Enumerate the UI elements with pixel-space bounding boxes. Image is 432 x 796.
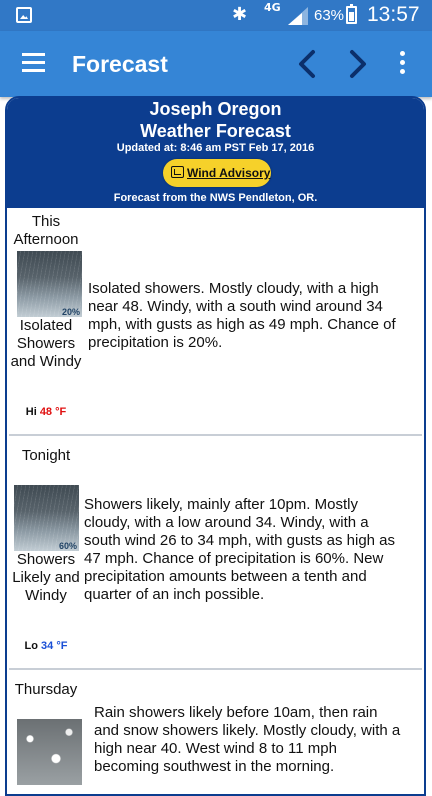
weather-icon: 20%: [17, 251, 82, 317]
updated-timestamp: Updated at: 8:46 am PST Feb 17, 2016: [116, 142, 315, 154]
forecast-source: Forecast from the NWS Pendleton, OR.: [113, 192, 318, 204]
more-vert-icon[interactable]: [397, 51, 407, 77]
signal-icon: [288, 7, 308, 25]
status-bar: ✱ 4G 63% 13:57: [0, 0, 432, 31]
warning-icon: [171, 166, 184, 178]
clock: 13:57: [367, 3, 420, 26]
weather-icon: 60%: [14, 485, 79, 551]
forecast-period: Thursday Rain showers likely before 10am…: [7, 678, 424, 794]
period-summary: Showers Likely and Windy: [12, 551, 80, 604]
period-name: Tonight: [21, 447, 71, 464]
forecast-header: Joseph Oregon Weather Forecast Updated a…: [7, 98, 424, 208]
network-type: 4G: [264, 1, 281, 14]
period-detail: Isolated showers. Mostly cloudy, with a …: [88, 280, 396, 351]
forecast-card: Joseph Oregon Weather Forecast Updated a…: [5, 96, 426, 796]
weather-icon: [17, 719, 82, 785]
battery-percent: 63%: [314, 7, 345, 24]
period-detail: Showers likely, mainly after 10pm. Mostl…: [84, 496, 396, 603]
period-temp: Lo 34 °F: [9, 640, 83, 652]
location-name: Joseph Oregon: [149, 99, 282, 119]
page-title: Forecast: [72, 51, 168, 77]
temp-value: 34 °F: [41, 640, 68, 652]
chevron-right-icon[interactable]: [342, 48, 372, 80]
temp-label: Hi: [25, 406, 37, 418]
forecast-period: Tonight 60% Showers Likely and Windy Lo …: [7, 444, 424, 668]
precip-chance: 20%: [61, 307, 80, 317]
wind-advisory-label: Wind Advisory: [187, 166, 271, 180]
period-summary: Isolated Showers and Windy: [10, 317, 82, 370]
period-temp: Hi 48 °F: [9, 406, 83, 418]
period-name: This Afternoon: [13, 213, 79, 248]
forecast-period: This Afternoon 20% Isolated Showers and …: [7, 210, 424, 434]
temp-label: Lo: [24, 640, 38, 652]
bluetooth-icon: ✱: [232, 4, 248, 25]
battery-icon: [346, 4, 357, 24]
divider: [9, 434, 422, 436]
precip-chance: 60%: [58, 541, 77, 551]
period-name: Thursday: [14, 681, 78, 698]
period-detail: Rain showers likely before 10am, then ra…: [94, 704, 401, 775]
gallery-icon: [16, 7, 32, 23]
wind-advisory-button[interactable]: Wind Advisory: [163, 159, 271, 187]
divider: [9, 668, 422, 670]
forecast-title: Weather Forecast: [140, 121, 291, 141]
temp-value: 48 °F: [39, 406, 67, 418]
menu-icon[interactable]: [22, 53, 45, 73]
chevron-left-icon[interactable]: [293, 48, 323, 80]
app-bar: Forecast: [0, 31, 432, 97]
